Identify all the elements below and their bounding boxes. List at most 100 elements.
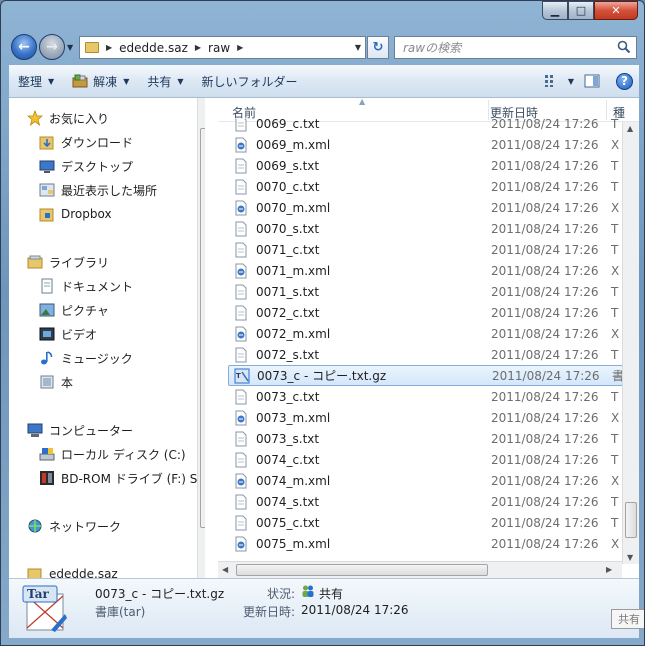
nav-libraries[interactable]: ライブラリ (27, 252, 109, 272)
nav-recent-places[interactable]: 最近表示した場所 (39, 180, 157, 200)
scroll-up-icon[interactable]: ▲ (627, 124, 633, 133)
file-row[interactable]: 0072_m.xml 2011/08/24 17:26 X (228, 323, 623, 344)
file-modified-date: 2011/08/24 17:26 (491, 305, 599, 320)
file-name: 0073_c.txt (256, 389, 320, 404)
file-row[interactable]: 0073_m.xml 2011/08/24 17:26 X (228, 407, 623, 428)
nav-documents[interactable]: ドキュメント (39, 276, 133, 296)
column-divider[interactable] (606, 100, 607, 120)
column-divider[interactable] (488, 100, 489, 120)
file-row[interactable]: 0072_c.txt 2011/08/24 17:26 T (228, 302, 623, 323)
file-row[interactable]: 0074_c.txt 2011/08/24 17:26 T (228, 449, 623, 470)
file-row[interactable]: 0074_s.txt 2011/08/24 17:26 T (228, 491, 623, 512)
nav-videos[interactable]: ビデオ (39, 324, 97, 344)
nav-computer[interactable]: コンピューター (27, 420, 133, 440)
nav-network[interactable]: ネットワーク (27, 516, 121, 536)
scroll-left-icon[interactable]: ◀ (222, 565, 228, 574)
file-row[interactable]: 0069_m.xml 2011/08/24 17:26 X (228, 134, 623, 155)
nav-label: ミュージック (61, 351, 133, 366)
scrollbar-thumb[interactable] (200, 128, 205, 528)
recent-pages-dropdown[interactable]: ▼ (67, 43, 73, 52)
maximize-button[interactable]: □ (568, 1, 594, 20)
file-modified-date: 2011/08/24 17:26 (491, 452, 599, 467)
help-icon[interactable]: ? (616, 72, 633, 90)
chevron-down-icon: ▼ (123, 76, 130, 86)
svg-text:T: T (236, 372, 241, 380)
file-row[interactable]: 0072_s.txt 2011/08/24 17:26 T (228, 344, 623, 365)
file-modified-date: 2011/08/24 17:26 (491, 536, 599, 551)
file-type: X (611, 473, 620, 488)
nav-favorites[interactable]: お気に入り (27, 108, 109, 128)
file-name: 0074_c.txt (256, 452, 320, 467)
file-row[interactable]: 0075_m.xml 2011/08/24 17:26 X (228, 533, 623, 554)
nav-local-disk[interactable]: ローカル ディスク (C:) (39, 444, 186, 464)
file-type: X (611, 326, 620, 341)
file-type: T (611, 221, 619, 236)
file-type: T (611, 452, 619, 467)
file-row[interactable]: 0073_c.txt 2011/08/24 17:26 T (228, 386, 623, 407)
new-folder-button[interactable]: 新しいフォルダー (193, 68, 307, 94)
breadcrumb-item[interactable]: ededde.saz (119, 41, 188, 55)
nav-downloads[interactable]: ダウンロード (39, 132, 133, 152)
file-row[interactable]: 0069_s.txt 2011/08/24 17:26 T (228, 155, 623, 176)
nav-pictures[interactable]: ピクチャ (39, 300, 109, 320)
preview-pane-icon[interactable] (584, 74, 600, 88)
vertical-scrollbar[interactable]: ▲ ▼ (622, 122, 639, 564)
network-icon (28, 519, 42, 533)
back-button[interactable]: ← (11, 34, 37, 60)
scroll-down-icon[interactable]: ▼ (627, 553, 633, 562)
search-icon[interactable] (617, 40, 631, 54)
breadcrumb-item[interactable]: raw (208, 41, 230, 55)
file-modified-date: 2011/08/24 17:26 (491, 179, 599, 194)
navigation-scrollbar[interactable] (197, 98, 205, 578)
nav-bdrom[interactable]: BD-ROM ドライブ (F:) S (39, 468, 197, 488)
search-input[interactable]: rawの検索 (394, 36, 637, 59)
file-row[interactable]: 0069_c.txt 2011/08/24 17:26 T (228, 119, 623, 134)
refresh-button[interactable]: ↻ (367, 36, 389, 59)
nav-desktop[interactable]: デスクトップ (39, 156, 133, 176)
nav-label: ededde.saz (49, 567, 118, 578)
file-row[interactable]: 0070_c.txt 2011/08/24 17:26 T (228, 176, 623, 197)
file-name: 0074_m.xml (256, 473, 331, 488)
change-view-icon[interactable] (544, 74, 562, 88)
address-history-dropdown[interactable]: ▼ (355, 43, 361, 52)
scroll-right-icon[interactable]: ▶ (606, 565, 612, 574)
horizontal-scrollbar[interactable]: ◀ ▶ (218, 561, 622, 578)
file-row[interactable]: 0071_s.txt 2011/08/24 17:26 T (228, 281, 623, 302)
nav-books[interactable]: 本 (39, 372, 73, 392)
file-row[interactable]: T 0073_c - コピー.txt.gz 2011/08/24 17:26 書 (228, 365, 623, 386)
organize-button[interactable]: 整理 ▼ (9, 68, 63, 94)
file-row[interactable]: 0074_m.xml 2011/08/24 17:26 X (228, 470, 623, 491)
file-row[interactable]: 0071_m.xml 2011/08/24 17:26 X (228, 260, 623, 281)
scrollbar-thumb[interactable] (236, 564, 488, 576)
file-name: 0075_m.xml (256, 536, 331, 551)
view-chevron-down-icon[interactable]: ▼ (568, 77, 574, 86)
nav-dropbox[interactable]: Dropbox (39, 204, 112, 224)
file-row[interactable]: 0075_c.txt 2011/08/24 17:26 T (228, 512, 623, 533)
file-row[interactable]: 0071_c.txt 2011/08/24 17:26 T (228, 239, 623, 260)
file-row[interactable]: 0070_s.txt 2011/08/24 17:26 T (228, 218, 623, 239)
minimize-button[interactable]: ▁ (542, 1, 568, 20)
nav-music[interactable]: ミュージック (39, 348, 133, 368)
share-button[interactable]: 共有 ▼ (138, 68, 192, 94)
extract-button[interactable]: 解凍 ▼ (63, 68, 138, 94)
file-type: T (611, 347, 619, 362)
file-row[interactable]: 0073_s.txt 2011/08/24 17:26 T (228, 428, 623, 449)
breadcrumb-chevron-icon[interactable]: ▶ (195, 43, 201, 52)
scrollbar-thumb[interactable] (625, 502, 637, 538)
file-modified-date: 2011/08/24 17:26 (491, 431, 599, 446)
forward-button[interactable]: → (39, 34, 65, 60)
nav-label: ネットワーク (49, 519, 122, 534)
file-modified-date: 2011/08/24 17:26 (491, 200, 599, 215)
nav-ededde-saz[interactable]: ededde.saz (27, 564, 118, 578)
file-modified-date: 2011/08/24 17:26 (491, 410, 599, 425)
close-button[interactable]: ✕ (594, 1, 638, 20)
file-name: 0072_c.txt (256, 305, 320, 320)
breadcrumb-chevron-icon[interactable]: ▶ (106, 43, 112, 52)
file-row[interactable]: 0070_m.xml 2011/08/24 17:26 X (228, 197, 623, 218)
file-modified-date: 2011/08/24 17:26 (491, 515, 599, 530)
address-bar[interactable]: ▶ ededde.saz ▶ raw ▶ ▼ (79, 36, 366, 59)
share-label: 共有 (147, 74, 172, 89)
nav-label: ローカル ディスク (C:) (61, 447, 186, 462)
file-type: X (611, 200, 620, 215)
breadcrumb-chevron-icon[interactable]: ▶ (237, 43, 243, 52)
